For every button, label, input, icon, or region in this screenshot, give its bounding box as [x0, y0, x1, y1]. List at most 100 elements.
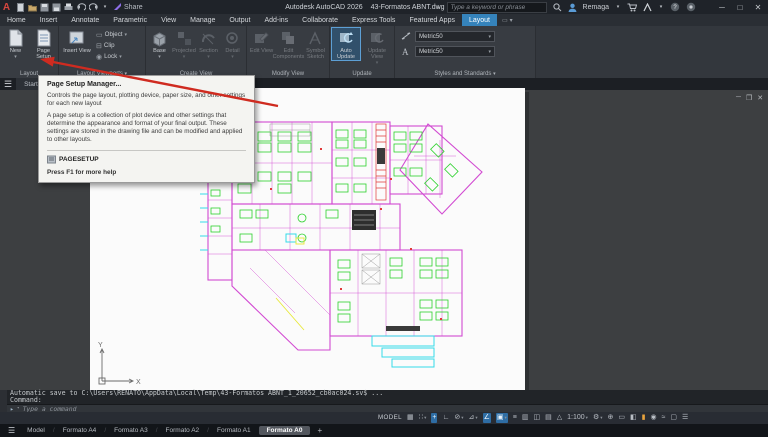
lock-ui-icon[interactable]: ▮ [642, 413, 646, 423]
ribbon-tab-view[interactable]: View [154, 14, 183, 26]
text-standard-select[interactable]: Metric50 ▾ [415, 46, 495, 57]
user-avatar-icon[interactable] [568, 3, 577, 12]
ribbon-tab-home[interactable]: Home [0, 14, 33, 26]
page-setup-button[interactable]: Page Setup [30, 28, 57, 60]
annotation-scale-button[interactable]: 1:100▾ [567, 413, 588, 423]
ribbon-tab-parametric[interactable]: Parametric [106, 14, 154, 26]
window-minimize-button[interactable]: ─ [716, 3, 728, 12]
object-viewport-button[interactable]: ▭ Object ▾ [96, 29, 127, 40]
projected-view-button[interactable]: Projected ▾ [172, 28, 196, 60]
clean-screen-icon[interactable]: ▢ [670, 413, 677, 423]
update-view-button[interactable]: Update View ▾ [363, 28, 391, 67]
help-icon[interactable]: ? [670, 2, 680, 12]
ribbon-tab-express-tools[interactable]: Express Tools [345, 14, 402, 26]
annotation-monitor-icon[interactable]: ⊕ [607, 413, 613, 423]
polar-tracking-icon[interactable]: ⊘▾ [454, 413, 463, 423]
window-close-button[interactable]: ✕ [752, 3, 764, 12]
new-layout-tab-button[interactable]: + [314, 426, 325, 435]
layout-tab-formato-a0[interactable]: Formato A0 [259, 426, 311, 435]
autoscale-icon[interactable]: △ [557, 413, 562, 423]
customization-icon[interactable]: ☰ [682, 413, 688, 423]
plot-icon[interactable] [64, 3, 73, 12]
object-viewport-icon: ▭ [96, 31, 103, 39]
autodesk-account-icon[interactable] [643, 3, 652, 12]
ribbon-tab-collaborate[interactable]: Collaborate [295, 14, 345, 26]
isolate-objects-icon[interactable]: ◉ [650, 413, 656, 423]
osnap-tracking-icon[interactable]: ∠ [483, 413, 491, 423]
user-dropdown-icon[interactable]: ▾ [615, 4, 621, 10]
file-tabs-menu-icon[interactable]: ☰ [0, 79, 16, 90]
snap-icon[interactable]: ∷▾ [419, 413, 427, 423]
transparency-icon[interactable]: ▥ [522, 413, 529, 423]
redo-icon[interactable] [89, 3, 99, 12]
title-bar: A ▾ Share Autodesk AutoCAD 2026 43-Forma… [0, 0, 768, 14]
ribbon-tab-annotate[interactable]: Annotate [64, 14, 106, 26]
ribbon-collapse-control[interactable]: ▭▾ [497, 14, 518, 26]
symbol-sketch-button[interactable]: Symbol Sketch [303, 28, 328, 60]
panel-styles-label: Styles and Standards ▾ [395, 71, 535, 77]
ribbon-tab-layout[interactable]: Layout [462, 14, 497, 26]
ribbon-tab-featured-apps[interactable]: Featured Apps [402, 14, 462, 26]
open-file-icon[interactable] [28, 3, 37, 12]
dynamic-input-icon[interactable]: + [431, 413, 437, 423]
ribbon-tab-insert[interactable]: Insert [33, 14, 65, 26]
command-recent-icon[interactable]: ▾ [17, 406, 20, 411]
dim-standard-select[interactable]: Metric50 ▾ [415, 31, 495, 42]
edit-components-button[interactable]: Edit Components [275, 28, 302, 60]
autocad-logo-icon[interactable]: A [0, 1, 13, 14]
new-file-icon[interactable] [16, 3, 25, 12]
search-input[interactable]: Type a keyword or phrase [447, 2, 547, 13]
search-icon[interactable] [553, 3, 562, 12]
ribbon-tab-addins[interactable]: Add-ins [257, 14, 295, 26]
ortho-icon[interactable]: ∟ [442, 413, 449, 423]
quick-properties-icon[interactable]: ◧ [630, 413, 637, 423]
layout-tab-model[interactable]: Model [23, 426, 49, 435]
layout-tab-formato-a2[interactable]: Formato A2 [162, 426, 204, 435]
undo-icon[interactable] [76, 3, 86, 12]
layout-tabs-menu-icon[interactable]: ☰ [4, 426, 19, 435]
detail-view-button[interactable]: Detail ▾ [221, 28, 244, 60]
model-space-button[interactable]: MODEL [378, 413, 402, 423]
section-view-button[interactable]: Section ▾ [197, 28, 220, 60]
viewport-minimize-icon[interactable]: ─ [736, 94, 741, 102]
symbol-sketch-label: Symbol Sketch [303, 48, 328, 60]
qat-dropdown-icon[interactable]: ▾ [102, 4, 108, 10]
new-layout-button[interactable]: New ▾ [2, 28, 29, 60]
ribbon-tab-bar: Home Insert Annotate Parametric View Man… [0, 14, 768, 26]
viewport-restore-icon[interactable]: ❒ [746, 94, 752, 102]
base-view-button[interactable]: Base ▾ [148, 28, 171, 60]
lock-viewport-button[interactable]: ◉ Lock ▾ [96, 51, 127, 62]
clip-viewport-button[interactable]: ⊟ Clip [96, 40, 127, 51]
account-dropdown-icon[interactable]: ▾ [658, 4, 664, 10]
annotation-visibility-icon[interactable]: ▤ [545, 413, 552, 423]
isodraft-icon[interactable]: ⊿▾ [468, 413, 477, 423]
ribbon-tab-manage[interactable]: Manage [183, 14, 222, 26]
layout-tab-formato-a4[interactable]: Formato A4 [59, 426, 101, 435]
layout-tab-formato-a1[interactable]: Formato A1 [213, 426, 255, 435]
insert-view-button[interactable]: Insert View [61, 28, 93, 54]
cart-icon[interactable] [627, 3, 637, 12]
save-icon[interactable] [40, 3, 49, 12]
selection-cycling-icon[interactable]: ◫ [534, 413, 541, 423]
ribbon-tab-output[interactable]: Output [222, 14, 257, 26]
styles-flyout-icon[interactable]: ▾ [493, 71, 496, 77]
save-as-icon[interactable] [52, 3, 61, 12]
graphics-performance-icon[interactable]: ≈ [662, 413, 666, 423]
layout-tab-formato-a3[interactable]: Formato A3 [110, 426, 152, 435]
auto-update-button[interactable]: Auto Update [332, 28, 360, 60]
share-button[interactable]: Share [114, 3, 143, 11]
ucs-icon [99, 349, 133, 384]
window-restore-button[interactable]: □ [734, 3, 746, 12]
grid-icon[interactable]: ▦ [407, 413, 414, 423]
user-name[interactable]: Remaga [583, 4, 609, 11]
osnap-icon[interactable]: ▣▾ [496, 413, 508, 423]
ribbon-empty-space [536, 26, 768, 78]
edit-view-button[interactable]: Edit View [249, 28, 274, 54]
workspace-icon[interactable]: ⚙▾ [593, 413, 603, 423]
command-input[interactable]: ▸ ▾ Type a command [0, 404, 768, 412]
command-line-grip[interactable] [0, 390, 7, 412]
assistant-icon[interactable] [686, 2, 696, 12]
units-icon[interactable]: ▭ [618, 413, 625, 423]
viewport-close-icon[interactable]: ✕ [757, 94, 763, 102]
lineweight-icon[interactable]: ≡ [513, 413, 517, 423]
